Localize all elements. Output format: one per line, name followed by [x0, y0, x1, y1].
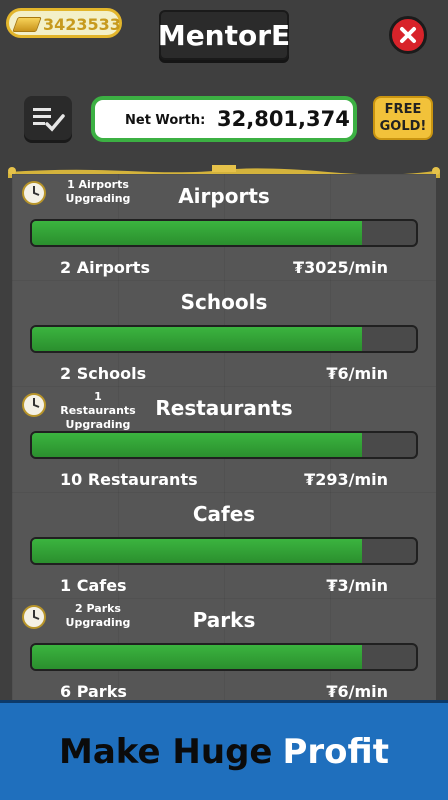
company-title: MentorE [158, 10, 290, 60]
business-count: 6 Parks [60, 682, 127, 701]
gold-amount: 3423533 [43, 15, 121, 34]
business-row-airports[interactable]: 1 Airports Upgrading Airports 2 Airports… [12, 174, 436, 280]
banner-text-main: Make Huge [59, 731, 273, 772]
business-name: Airports [178, 184, 270, 208]
business-rate: ₮6/min [326, 364, 388, 383]
close-icon [400, 27, 416, 43]
net-worth-box: Net Worth: 32,801,374 [91, 96, 357, 142]
business-count: 10 Restaurants [60, 470, 198, 489]
gold-balance[interactable]: 3423533 [6, 8, 122, 38]
progress-fill [32, 539, 363, 563]
progress-bar [30, 431, 418, 459]
business-name: Cafes [192, 502, 256, 526]
net-worth-label: Net Worth: [125, 113, 206, 128]
upgrade-status-label: Upgrading [65, 418, 131, 431]
banner-text-highlight: Profit [282, 731, 389, 772]
net-worth-value: 32,801,374 [217, 107, 350, 131]
free-gold-label-line1: FREE [384, 102, 422, 117]
progress-fill [32, 433, 363, 457]
gold-bar-icon [12, 17, 42, 32]
business-count: 2 Schools [60, 364, 147, 383]
business-row-restaurants[interactable]: 1 Restaurants Upgrading Restaurants 10 R… [12, 386, 436, 492]
business-count: 1 Cafes [60, 576, 127, 595]
tasks-button[interactable] [24, 96, 72, 140]
progress-bar [30, 325, 418, 353]
free-gold-button[interactable]: FREE GOLD! [373, 96, 433, 140]
progress-fill [32, 327, 363, 351]
business-rate: ₮6/min [326, 682, 388, 701]
business-row-parks[interactable]: 2 Parks Upgrading Parks 6 Parks ₮6/min [12, 598, 436, 704]
progress-bar [30, 219, 418, 247]
progress-bar [30, 537, 418, 565]
free-gold-label-line2: GOLD! [379, 119, 427, 134]
business-name: Restaurants [155, 396, 293, 420]
business-rate: ₮3/min [326, 576, 388, 595]
checklist-icon [33, 108, 65, 132]
business-name: Parks [192, 608, 256, 632]
business-name: Schools [180, 290, 268, 314]
close-button[interactable] [389, 16, 427, 54]
progress-bar [30, 643, 418, 671]
business-rate: ₮293/min [304, 470, 388, 489]
business-row-cafes[interactable]: Cafes 1 Cafes ₮3/min [12, 492, 436, 598]
business-row-schools[interactable]: Schools 2 Schools ₮6/min [12, 280, 436, 386]
progress-fill [32, 221, 363, 245]
business-rate: ₮3025/min [292, 258, 388, 277]
progress-fill [32, 645, 363, 669]
make-profit-banner[interactable]: Make Huge Profit [0, 700, 448, 800]
business-list[interactable]: 1 Airports Upgrading Airports 2 Airports… [12, 174, 436, 734]
business-count: 2 Airports [60, 258, 150, 277]
